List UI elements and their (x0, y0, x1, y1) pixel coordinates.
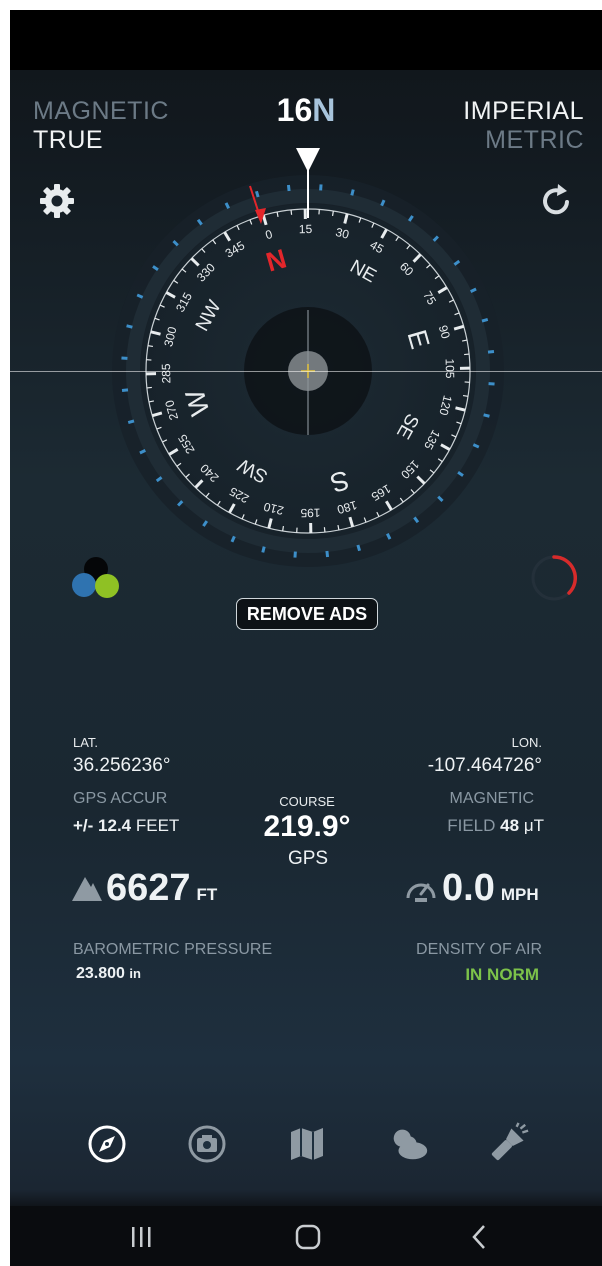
lat-value: 36.256236° (73, 755, 171, 776)
recent-apps-icon (132, 1227, 151, 1247)
outer-tick (487, 349, 495, 354)
recent-apps-button[interactable] (126, 1222, 156, 1252)
home-icon (295, 1224, 321, 1250)
outer-tick (356, 544, 361, 552)
air-density-label: DENSITY OF AIR (416, 941, 542, 958)
altitude-value: 6627 (106, 867, 191, 909)
tab-compass[interactable] (85, 1122, 129, 1166)
compass-icon (88, 1125, 126, 1163)
lat-label: LAT. (73, 735, 99, 750)
tab-weather[interactable] (387, 1122, 431, 1166)
dial-tick (146, 386, 152, 389)
altitude-unit: FT (196, 885, 218, 904)
dial-tick (147, 345, 154, 348)
outer-tick (121, 388, 129, 393)
magnetic-field-unit: μT (523, 816, 544, 835)
crosshair-horizontal (10, 371, 602, 372)
magnetic-field-label: FIELD (447, 816, 496, 835)
back-button[interactable] (465, 1222, 495, 1252)
degree-label: 105 (443, 358, 457, 379)
outer-tick (481, 318, 489, 323)
pressure-number: 23.800 (76, 965, 125, 982)
speedometer-icon (406, 883, 436, 902)
degree-label: 285 (159, 363, 173, 384)
outer-tick (126, 324, 133, 329)
home-button[interactable] (293, 1222, 323, 1252)
outer-tick (483, 413, 490, 418)
dial-tick (290, 209, 293, 215)
dial-tick (462, 394, 469, 397)
mountain-icon (72, 877, 102, 901)
air-density-status: IN NORM (465, 965, 539, 984)
compass-dial[interactable]: 0 15 3045607590105120135150165180195210225… (10, 140, 602, 600)
degree-label: 195 (300, 506, 321, 520)
magnetic-field-number: 48 (500, 816, 520, 835)
dial-tick (282, 525, 285, 532)
lon-label: LON. (511, 735, 542, 750)
dial-tick (464, 353, 470, 356)
altitude-readout: 6627 FT (106, 867, 217, 910)
back-icon (472, 1225, 485, 1249)
flashlight-icon (491, 1122, 529, 1161)
outer-tick (255, 190, 260, 198)
outer-tick (325, 550, 330, 558)
speed-readout: 0.0 MPH (442, 867, 539, 910)
color-theme-icon[interactable] (70, 557, 122, 603)
pressure-value: 23.800 in (76, 965, 141, 983)
heading-degrees: 16 (276, 92, 313, 128)
outer-tick (350, 189, 355, 196)
map-icon (291, 1128, 323, 1160)
weather-icon (393, 1129, 428, 1160)
tab-map[interactable] (285, 1122, 329, 1166)
dial-tick (331, 210, 334, 217)
speed-unit: MPH (500, 885, 539, 904)
loading-spinner-icon (531, 555, 578, 601)
heading-readout: 16N (10, 92, 602, 129)
tab-flashlight[interactable] (486, 1122, 530, 1166)
lon-value: -107.464726° (427, 755, 542, 776)
status-bar (10, 10, 602, 70)
heading-pointer-icon (296, 148, 320, 172)
dial-tick (323, 527, 326, 533)
outer-tick (286, 184, 291, 192)
camera-icon (188, 1125, 226, 1163)
outer-tick (261, 546, 266, 553)
magnetic-field-value: FIELD 48 μT (447, 816, 544, 836)
degree-label: 15 (299, 222, 313, 236)
remove-ads-button[interactable]: REMOVE ADS (236, 598, 378, 630)
pressure-label: BAROMETRIC PRESSURE (73, 941, 273, 958)
compass-app-screen: MAGNETIC TRUE IMPERIAL METRIC 16N 0 15 3… (10, 10, 602, 1266)
system-navigation-bar (10, 1206, 602, 1266)
speed-value: 0.0 (442, 867, 495, 909)
outer-tick (127, 419, 135, 424)
tab-camera[interactable] (185, 1122, 229, 1166)
heading-direction: N (312, 92, 336, 128)
magnetic-label: MAGNETIC (449, 790, 534, 807)
pressure-unit: in (129, 966, 141, 981)
